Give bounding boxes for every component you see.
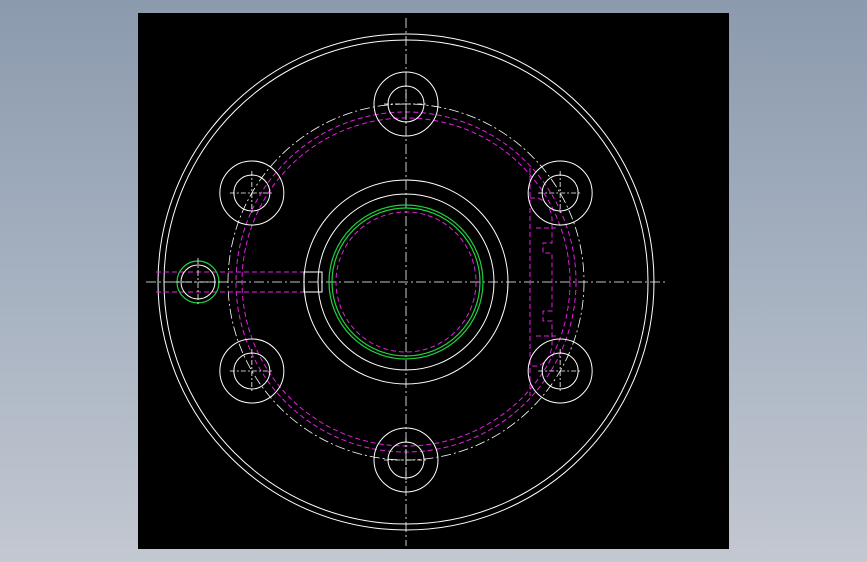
bolt-hole-3 [527,338,593,404]
flange-front-view-drawing [146,18,666,546]
bolt-hole-6 [219,160,285,226]
bolt-hole-5 [219,338,285,404]
bolt-hole-2 [527,160,593,226]
cad-drawing-viewport[interactable] [138,13,729,549]
side-port [174,258,222,306]
